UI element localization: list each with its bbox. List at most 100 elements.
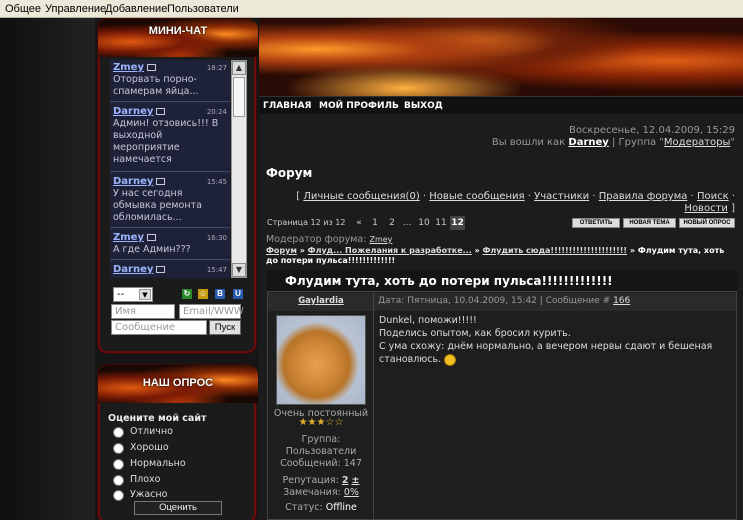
username-link[interactable]: Darney — [568, 137, 608, 148]
chat-name-input[interactable]: Имя — [111, 304, 175, 319]
page-link[interactable]: 2 — [385, 216, 399, 230]
sad-smiley-icon — [444, 353, 457, 366]
poll-option-label: Нормально — [130, 458, 186, 469]
user-posts: Сообщений: 147 — [280, 458, 362, 469]
poll-option-radio[interactable] — [113, 459, 124, 470]
warn-link[interactable]: 0% — [344, 487, 359, 498]
post-user-column: Очень постоянный ★★★☆☆ Группа: Пользоват… — [268, 311, 374, 520]
post-author[interactable]: Gaylardia — [268, 296, 374, 306]
user-status: Статус: Offline — [268, 502, 374, 513]
poll-option-label: Отлично — [130, 426, 173, 437]
post-author-bar: Gaylardia — [268, 293, 374, 311]
page-prev[interactable]: « — [352, 216, 366, 230]
page-info: Страница 12 из 12 — [267, 218, 346, 227]
chevron-down-icon[interactable]: ▼ — [139, 289, 151, 300]
page-link[interactable]: 10 — [416, 216, 432, 230]
minichat-messages[interactable]: Zmey 18:27 Оторвать порно-спамерам яйца.… — [110, 60, 230, 278]
scroll-thumb[interactable] — [233, 77, 245, 117]
chat-user[interactable]: Darney — [113, 106, 153, 117]
warn-label: Замечания: — [283, 487, 341, 498]
link-private-messages[interactable]: Личные сообщения(0) — [303, 191, 419, 202]
moderator-line: Модератор форума: Zmey — [266, 234, 392, 245]
link-rules[interactable]: Правила форума — [599, 191, 688, 202]
chat-user[interactable]: Darney — [113, 176, 153, 187]
current-date: Воскресенье, 12.04.2009, 15:29 — [568, 125, 735, 136]
user-warnings: Замечания: 0% — [268, 487, 374, 498]
new-topic-button[interactable]: НОВАЯ ТЕМА — [623, 218, 676, 228]
smiley-icon[interactable]: ☺ — [198, 289, 208, 299]
post-number-link[interactable]: 166 — [613, 296, 630, 306]
chat-text: А где Админ??? — [113, 244, 191, 255]
chat-message: Darney 20:24 Админ! отзовись!!! В выходн… — [110, 104, 230, 172]
minichat-header: МИНИ-ЧАТ — [98, 19, 258, 57]
breadcrumb-section[interactable]: Флуд... Пожелания к разработке... — [308, 246, 472, 255]
post-body: Dunkel, поможи!!!!! Поделись опытом, как… — [379, 314, 729, 366]
topic-title: Флудим тута, хоть до потери пульса!!!!!!… — [267, 270, 737, 292]
forum-links-2: Новости ] — [684, 203, 735, 214]
mail-icon[interactable] — [156, 266, 166, 273]
rating-stars-icon: ★★★☆☆ — [298, 417, 344, 428]
link-new-messages[interactable]: Новые сообщения — [429, 191, 524, 202]
mail-icon[interactable] — [156, 108, 166, 115]
chat-message-input[interactable]: Сообщение — [111, 320, 207, 335]
reply-button[interactable]: ОТВЕТИТЬ — [572, 218, 620, 228]
nav-profile[interactable]: МОЙ ПРОФИЛЬ — [319, 101, 399, 111]
poll-option-radio[interactable] — [113, 490, 124, 501]
poll-vote-button[interactable]: Оценить — [134, 501, 222, 515]
chat-user[interactable]: Darney — [113, 264, 153, 275]
bbcode-u-icon[interactable]: U — [233, 289, 243, 299]
link-search[interactable]: Поиск — [697, 191, 729, 202]
mail-icon[interactable] — [146, 234, 156, 241]
chat-user[interactable]: Zmey — [113, 232, 144, 243]
status-label: Статус: — [285, 502, 323, 513]
refresh-icon[interactable]: ↻ — [182, 289, 192, 299]
page-title: Форум — [266, 166, 313, 180]
login-prefix: Вы вошли как — [491, 137, 566, 148]
poll-option-radio[interactable] — [113, 427, 124, 438]
page-link[interactable]: 11 — [433, 216, 449, 230]
chat-email-input[interactable]: Email/WWW — [179, 304, 244, 319]
breadcrumb-subforum[interactable]: Флудить сюда!!!!!!!!!!!!!!!!!!!!! — [483, 246, 628, 255]
chat-select[interactable]: -- ▼ — [113, 287, 153, 302]
chat-user[interactable]: Zmey — [113, 62, 144, 73]
nav-logout[interactable]: ВЫХОД — [404, 101, 443, 111]
scroll-down-icon[interactable]: ▼ — [232, 263, 246, 277]
poll-option-label: Ужасно — [130, 489, 168, 500]
moderator-label: Модератор форума: — [266, 234, 367, 245]
minichat-title: МИНИ-ЧАТ — [148, 25, 208, 37]
rep-change-icon[interactable]: ± — [352, 475, 360, 486]
page-current: 12 — [450, 216, 465, 230]
post-date: Дата: Пятница, 10.04.2009, 15:42 | Сообщ… — [378, 296, 611, 306]
chat-send-button[interactable]: Пуск — [209, 320, 241, 335]
group-link[interactable]: Модераторы — [664, 137, 730, 148]
poll-option-radio[interactable] — [113, 475, 124, 486]
forum-links: [ Личные сообщения(0) · Новые сообщения … — [296, 191, 735, 202]
new-poll-button[interactable]: НОВЫЙ ОПРОС — [679, 218, 735, 228]
bbcode-b-icon[interactable]: B — [215, 289, 225, 299]
chat-time: 15:45 — [206, 178, 227, 186]
scroll-up-icon[interactable]: ▲ — [232, 61, 246, 75]
link-members[interactable]: Участники — [534, 191, 589, 202]
page-ellipsis: ... — [402, 218, 412, 228]
chat-time: 15:47 — [206, 266, 227, 274]
breadcrumb-forum[interactable]: Форум — [266, 246, 297, 255]
admin-menu-users[interactable]: Пользователи — [167, 3, 239, 15]
chat-scrollbar[interactable]: ▲ ▼ — [231, 60, 247, 278]
mail-icon[interactable] — [146, 64, 156, 71]
admin-menu-general[interactable]: Общее — [5, 3, 41, 15]
admin-menu-add[interactable]: Добавление — [105, 3, 167, 15]
moderator-link[interactable]: Zmey — [369, 235, 392, 244]
left-background — [0, 18, 95, 520]
rep-link[interactable]: 2 — [342, 475, 349, 486]
nav-home[interactable]: ГЛАВНАЯ — [263, 101, 311, 111]
link-news[interactable]: Новости — [684, 203, 727, 214]
poll-option-label: Плохо — [130, 474, 161, 485]
admin-menu-management[interactable]: Управление — [45, 3, 106, 15]
chat-text: Оторвать порно-спамерам яйца... — [113, 74, 199, 97]
mail-icon[interactable] — [156, 178, 166, 185]
page-link[interactable]: 1 — [368, 216, 382, 230]
poll-option-radio[interactable] — [113, 443, 124, 454]
chat-select-value: -- — [117, 289, 125, 300]
post-line: становлюсь. — [379, 354, 442, 365]
forum-page: Общее Управление Добавление Пользователи… — [0, 0, 743, 520]
